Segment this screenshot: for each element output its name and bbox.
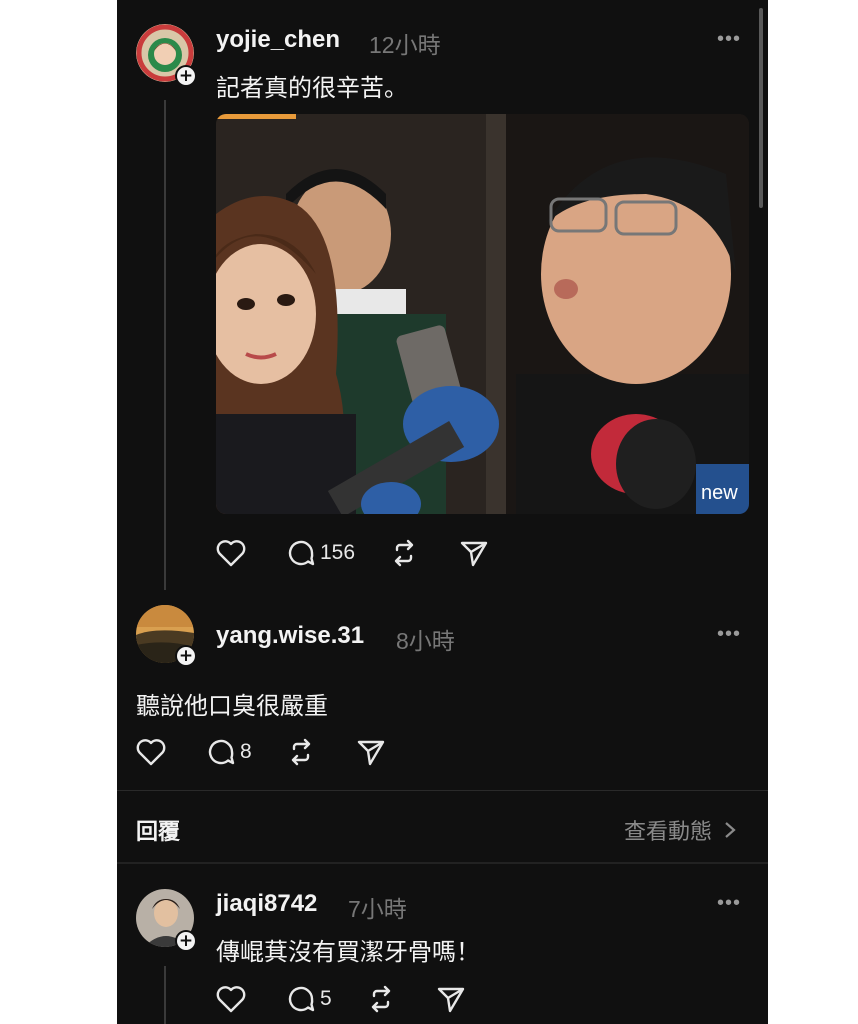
reply-label[interactable]: 回覆 bbox=[136, 814, 180, 846]
comment-button[interactable]: 156 bbox=[286, 538, 355, 568]
more-icon[interactable]: ••• bbox=[717, 28, 741, 51]
timestamp: 12小時 bbox=[369, 32, 441, 58]
post-image[interactable]: new bbox=[216, 114, 749, 514]
more-icon[interactable]: ••• bbox=[717, 623, 741, 646]
post: + yang.wise.31 8小時 ••• 聽說他口臭很嚴重 8 bbox=[117, 590, 768, 790]
repost-icon bbox=[371, 985, 390, 1013]
thread-line bbox=[164, 966, 166, 1024]
threads-feed: + yojie_chen 12小時 ••• 記者真的很辛苦。 new 156 +… bbox=[117, 0, 768, 1024]
more-icon[interactable]: ••• bbox=[717, 892, 741, 915]
like-button[interactable] bbox=[136, 738, 166, 766]
share-icon bbox=[460, 541, 488, 567]
reply-bar: 回覆 查看動態 bbox=[117, 790, 768, 862]
post-text: 聽說他口臭很嚴重 bbox=[136, 692, 328, 720]
share-icon bbox=[437, 987, 464, 1013]
post-actions: 8 bbox=[136, 737, 386, 767]
comment-count: 5 bbox=[320, 987, 332, 1010]
username[interactable]: jiaqi8742 bbox=[216, 890, 317, 918]
repost-button[interactable] bbox=[286, 737, 316, 767]
comment-count: 8 bbox=[240, 740, 252, 763]
post-actions: 5 bbox=[216, 984, 466, 1014]
post: + jiaqi8742 7小時 ••• 傳崐萁沒有買潔牙骨嗎！ 5 bbox=[117, 864, 768, 1024]
post-text: 傳崐萁沒有買潔牙骨嗎！ bbox=[216, 938, 480, 966]
post-text: 記者真的很辛苦。 bbox=[216, 74, 408, 102]
follow-plus-icon[interactable]: + bbox=[175, 930, 197, 952]
news-logo: new bbox=[701, 482, 738, 504]
repost-icon bbox=[291, 738, 310, 766]
like-button[interactable] bbox=[216, 985, 246, 1013]
timestamp: 8小時 bbox=[396, 628, 455, 654]
thread-line bbox=[164, 100, 166, 590]
username[interactable]: yang.wise.31 bbox=[216, 622, 364, 650]
heart-icon bbox=[136, 739, 166, 766]
heart-icon bbox=[216, 540, 246, 567]
comment-button[interactable]: 8 bbox=[206, 737, 252, 767]
timestamp: 7小時 bbox=[348, 896, 407, 922]
view-activity-link[interactable]: 查看動態 bbox=[624, 814, 738, 846]
like-button[interactable] bbox=[216, 539, 246, 567]
comment-icon bbox=[208, 739, 235, 765]
comment-icon bbox=[288, 986, 315, 1012]
scrollbar[interactable] bbox=[759, 8, 763, 208]
post-actions: 156 bbox=[216, 538, 489, 568]
share-button[interactable] bbox=[459, 538, 489, 568]
comment-button[interactable]: 5 bbox=[286, 984, 332, 1014]
repost-button[interactable] bbox=[389, 538, 419, 568]
follow-plus-icon[interactable]: + bbox=[175, 65, 197, 87]
share-button[interactable] bbox=[436, 984, 466, 1014]
share-icon bbox=[357, 740, 384, 766]
heart-icon bbox=[216, 986, 246, 1013]
comment-icon bbox=[288, 540, 315, 566]
comment-count: 156 bbox=[320, 541, 356, 564]
repost-button[interactable] bbox=[366, 984, 396, 1014]
post: + yojie_chen 12小時 ••• 記者真的很辛苦。 new 156 bbox=[117, 0, 768, 590]
repost-icon bbox=[394, 539, 414, 567]
follow-plus-icon[interactable]: + bbox=[175, 645, 197, 667]
view-activity-label: 查看動態 bbox=[623, 820, 712, 845]
username[interactable]: yojie_chen bbox=[216, 26, 340, 54]
chevron-right-icon bbox=[725, 822, 736, 838]
share-button[interactable] bbox=[356, 737, 386, 767]
